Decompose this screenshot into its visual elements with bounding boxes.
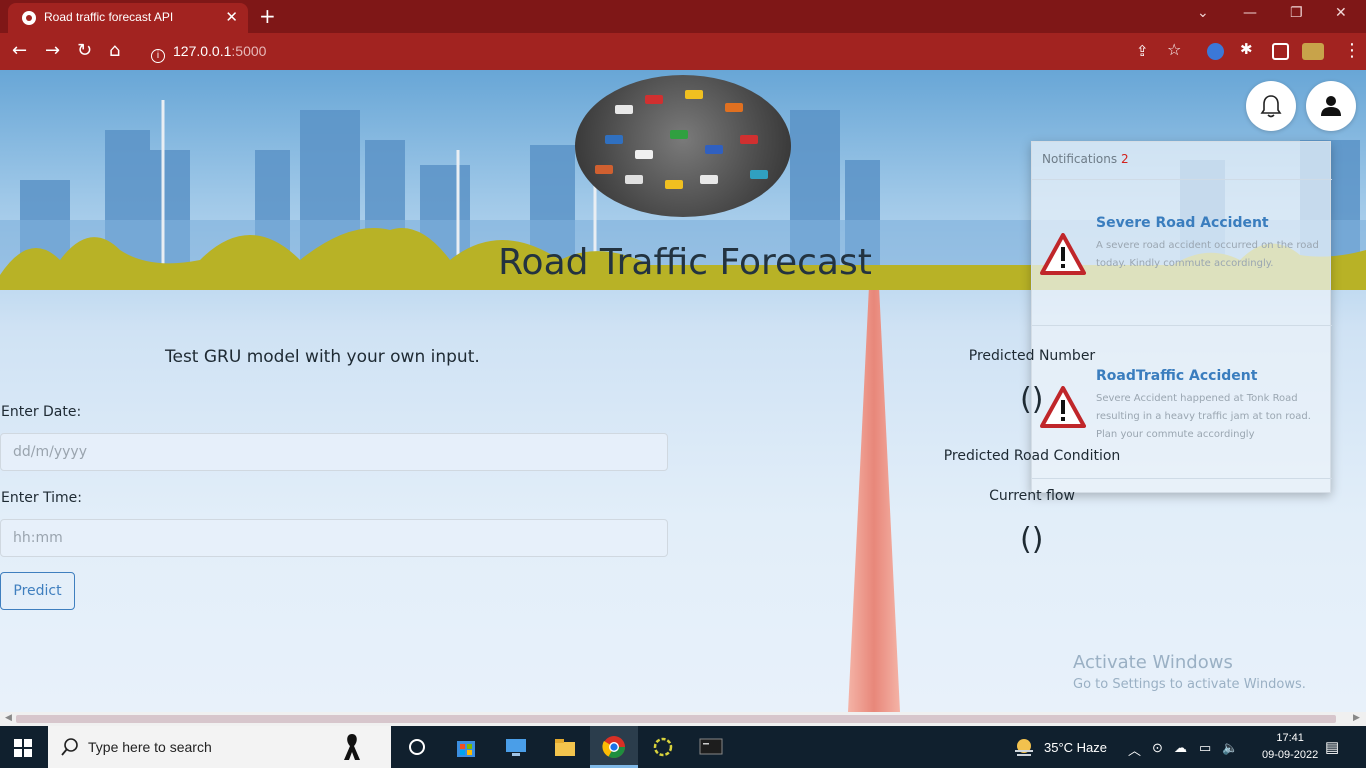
chrome-icon <box>602 736 625 758</box>
tray-volume-icon[interactable]: 🔈 <box>1222 740 1238 756</box>
predicted-condition-label: Predicted Road Condition <box>943 448 1121 464</box>
reload-icon[interactable]: ↻ <box>77 40 92 61</box>
predicted-number-label: Predicted Number <box>968 348 1096 364</box>
traffic-jam-image <box>575 75 791 217</box>
notifications-header: Notifications 2 <box>1042 152 1129 166</box>
time-label: Enter Time: <box>1 490 83 506</box>
notification-item[interactable]: Severe Road Accident A severe road accid… <box>1032 215 1332 315</box>
divider <box>1032 325 1332 326</box>
ribbon-icon <box>344 734 360 760</box>
tray-webcam-icon[interactable]: ⊙ <box>1152 740 1163 756</box>
tab-search-icon[interactable]: ⌄ <box>1197 5 1209 21</box>
notifications-dropdown: Notifications 2 Severe Road Accident A s… <box>1031 141 1332 493</box>
tab-title: Road traffic forecast API <box>44 10 174 24</box>
divider <box>1032 179 1332 180</box>
url-port: :5000 <box>231 43 267 59</box>
close-window-button[interactable]: ✕ <box>1335 5 1347 21</box>
taskbar-clock[interactable]: 17:41 09-09-2022 <box>1262 730 1318 764</box>
notification-body: A severe road accident occurred on the r… <box>1096 240 1319 269</box>
weather-text[interactable]: 35°C Haze <box>1044 740 1107 755</box>
scroll-right-arrow-icon[interactable]: ▶ <box>1353 713 1360 723</box>
divider <box>1032 478 1332 479</box>
remote-desktop-icon[interactable] <box>503 734 529 760</box>
watermark-subtitle: Go to Settings to activate Windows. <box>1073 677 1306 692</box>
tray-chevron-up-icon[interactable]: ︿ <box>1128 740 1141 759</box>
horizontal-scrollbar[interactable]: ◀ ▶ <box>0 712 1366 726</box>
bookmark-star-icon[interactable]: ☆ <box>1167 40 1181 59</box>
scrollbar-thumb[interactable] <box>16 715 1336 723</box>
action-center-icon[interactable]: ▤ <box>1325 738 1339 756</box>
extension-g-icon[interactable] <box>1207 43 1224 60</box>
taskbar-chrome-active[interactable] <box>590 726 638 768</box>
predict-button[interactable]: Predict <box>0 572 75 610</box>
current-flow-value: () <box>1020 522 1044 557</box>
forward-arrow-icon[interactable]: → <box>45 40 60 61</box>
search-placeholder: Type here to search <box>88 739 212 755</box>
side-panel-icon[interactable] <box>1272 43 1289 60</box>
file-explorer-icon[interactable] <box>552 734 578 760</box>
new-tab-button[interactable]: + <box>259 4 276 28</box>
warning-icon <box>1040 233 1086 275</box>
search-icon <box>61 738 78 756</box>
address-bar[interactable]: i 127.0.0.1:5000 <box>151 43 266 63</box>
windows-start-icon[interactable] <box>14 739 32 757</box>
profile-avatar[interactable] <box>1302 43 1324 60</box>
notifications-count-badge: 2 <box>1120 152 1129 166</box>
back-arrow-icon[interactable]: ← <box>12 40 27 61</box>
notifications-header-label: Notifications <box>1042 152 1118 166</box>
predicted-number-value: () <box>1020 382 1044 417</box>
globe-icon <box>22 11 36 25</box>
terminal-icon[interactable] <box>698 734 724 760</box>
browser-toolbar: ← → ↻ ⌂ i 127.0.0.1:5000 ⇪ ☆ ✱ ⋮ <box>0 33 1366 70</box>
notification-title: RoadTraffic Accident <box>1096 368 1258 384</box>
browser-tab-bar: Road traffic forecast API ✕ + ⌄ — ❐ ✕ <box>0 0 1366 33</box>
minimize-button[interactable]: — <box>1243 5 1257 21</box>
task-view-icon[interactable] <box>404 734 430 760</box>
bell-icon <box>1260 95 1282 118</box>
current-flow-label: Current flow <box>989 488 1075 504</box>
user-profile-button[interactable] <box>1306 81 1356 131</box>
notification-body: Severe Accident happened at Tonk Road re… <box>1096 393 1311 440</box>
taskbar-search-box[interactable]: Type here to search <box>48 726 391 768</box>
tray-battery-icon[interactable]: ▭ <box>1199 740 1211 756</box>
date-label: Enter Date: <box>1 404 82 420</box>
maximize-button[interactable]: ❐ <box>1290 5 1303 21</box>
weather-haze-icon[interactable] <box>1012 735 1036 759</box>
url-host: 127.0.0.1 <box>173 43 232 59</box>
extensions-puzzle-icon[interactable]: ✱ <box>1240 40 1253 58</box>
clock-time: 17:41 <box>1276 732 1304 744</box>
watermark-title: Activate Windows <box>1073 652 1233 673</box>
page-title: Road Traffic Forecast <box>498 242 872 283</box>
store-icon[interactable] <box>453 734 479 760</box>
loading-ring-icon[interactable] <box>650 734 676 760</box>
scroll-left-arrow-icon[interactable]: ◀ <box>5 713 12 723</box>
tab-close-icon[interactable]: ✕ <box>225 8 238 26</box>
tray-cloud-icon[interactable]: ☁ <box>1174 740 1187 756</box>
warning-icon <box>1040 386 1086 428</box>
time-input[interactable] <box>0 519 668 557</box>
activate-windows-watermark: Activate Windows Go to Settings to activ… <box>1073 652 1306 692</box>
share-icon[interactable]: ⇪ <box>1136 42 1149 60</box>
clock-date: 09-09-2022 <box>1262 749 1319 761</box>
browser-tab[interactable]: Road traffic forecast API ✕ <box>8 3 248 33</box>
date-input[interactable] <box>0 433 668 471</box>
windows-taskbar: Type here to search 35°C Haze ︿ ⊙ ☁ ▭ 🔈 … <box>0 726 1366 768</box>
user-icon <box>1321 96 1341 116</box>
web-page: Road Traffic Forecast Notifications 2 Se… <box>0 70 1366 712</box>
menu-icon[interactable]: ⋮ <box>1343 40 1361 61</box>
form-heading: Test GRU model with your own input. <box>165 347 480 367</box>
notifications-button[interactable] <box>1246 81 1296 131</box>
home-icon[interactable]: ⌂ <box>109 40 120 61</box>
notification-title: Severe Road Accident <box>1096 215 1269 231</box>
tower-illustration <box>848 290 900 712</box>
site-info-icon[interactable]: i <box>151 49 165 63</box>
